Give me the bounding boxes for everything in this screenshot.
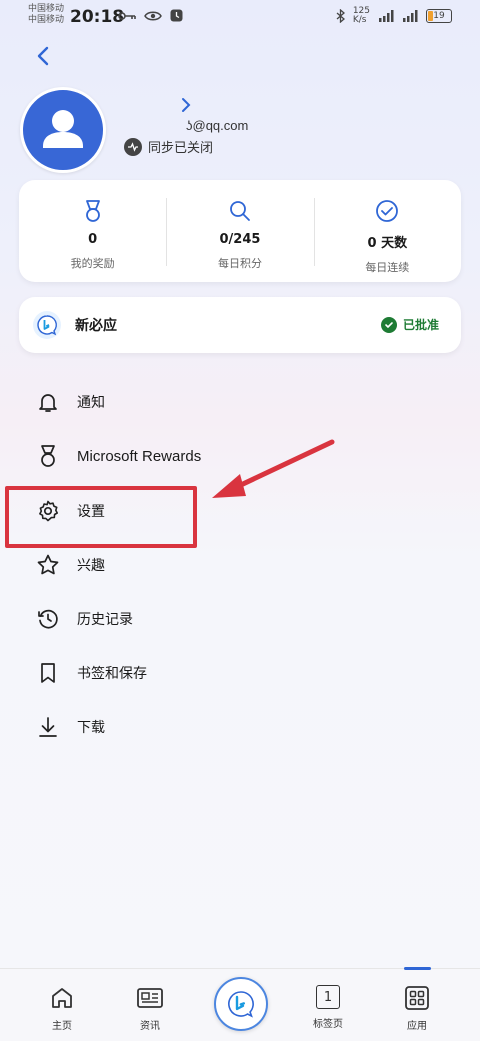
sync-status[interactable]: 同步已关闭 (124, 137, 213, 156)
signal-icon-1 (379, 10, 394, 22)
home-icon (52, 988, 72, 1008)
stat-rewards-label: 我的奖励 (70, 257, 115, 270)
stat-streak-value: 0 天数 (367, 236, 408, 251)
carrier-1: 中国移动 (28, 4, 65, 14)
menu-label-rewards: Microsoft Rewards (77, 447, 202, 465)
nav-tabs[interactable]: 1 标签页 (298, 985, 358, 1030)
nav-news[interactable]: 资讯 (120, 985, 180, 1032)
person-icon (43, 110, 83, 148)
menu-label-downloads: 下载 (77, 720, 105, 736)
status-bar: 中国移动 中国移动 20:18 125 K/s 19 (0, 0, 480, 34)
star-icon (36, 553, 60, 577)
nav-bing[interactable] (214, 977, 268, 1031)
menu-item-interests[interactable]: 兴趣 (36, 545, 336, 585)
rewards-stats-card: 0 我的奖励 0/245 每日积分 0 天数 每日连续 (19, 180, 461, 282)
bing-chat-icon (33, 311, 61, 339)
bell-icon (36, 390, 60, 414)
app-name: 新必应 (75, 318, 117, 334)
stat-daily-points[interactable]: 0/245 每日积分 (166, 180, 313, 282)
nav-home[interactable]: 主页 (32, 985, 92, 1032)
carrier-2: 中国移动 (28, 15, 65, 25)
signal-icon-2 (403, 10, 418, 22)
bookmark-icon (36, 661, 60, 685)
menu-item-bookmarks[interactable]: 书签和保存 (36, 653, 336, 693)
status-right: 125 K/s 19 (336, 7, 452, 25)
approved-check-icon (380, 316, 397, 333)
approved-status: 已批准 (380, 316, 439, 333)
apps-grid-icon (405, 986, 429, 1010)
active-tab-indicator (404, 967, 431, 970)
bottom-navigation: 主页 资讯 1 标签页 应用 (0, 967, 480, 1041)
stat-streak-label: 每日连续 (365, 261, 410, 274)
search-icon (230, 201, 250, 221)
stat-rewards-value: 0 (88, 232, 98, 247)
net-speed: 125 K/s (352, 6, 370, 25)
menu-item-history[interactable]: 历史记录 (36, 599, 336, 639)
stat-daily-points-label: 每日积分 (217, 257, 262, 270)
nav-apps[interactable]: 应用 (387, 985, 447, 1032)
menu-label-interests: 兴趣 (77, 558, 105, 574)
menu-label-history: 历史记录 (77, 612, 133, 628)
bluetooth-icon (336, 9, 345, 23)
medal-icon (85, 200, 100, 222)
profile-chevron-icon[interactable] (178, 97, 194, 113)
menu-item-downloads[interactable]: 下载 (36, 707, 336, 747)
clock-status-icon (170, 9, 183, 22)
nav-apps-label: 应用 (407, 1021, 427, 1032)
annotation-arrow-icon (212, 439, 335, 498)
menu-item-notifications[interactable]: 通知 (36, 382, 336, 422)
menu-label-bookmarks: 书签和保存 (77, 666, 147, 682)
avatar[interactable] (20, 87, 106, 173)
news-icon (137, 988, 163, 1008)
back-chevron-icon[interactable] (32, 44, 56, 68)
sync-off-icon (124, 137, 142, 156)
check-circle-icon (376, 200, 399, 222)
status-time: 20:18 (70, 7, 125, 27)
tab-count-icon: 1 (316, 985, 340, 1009)
eye-icon (144, 11, 162, 20)
approved-label: 已批准 (402, 318, 439, 332)
sync-status-label: 同步已关闭 (148, 141, 214, 156)
bing-logo-icon (228, 991, 254, 1018)
status-icons (118, 9, 183, 22)
battery-icon: 19 (426, 9, 452, 23)
annotation-highlight-box (5, 486, 197, 548)
download-icon (36, 715, 60, 739)
stat-daily-points-value: 0/245 (219, 232, 261, 247)
medal-icon (36, 444, 60, 468)
nav-tabs-label: 标签页 (313, 1019, 343, 1030)
profile-email: ʖ@qq.com (186, 118, 249, 133)
stat-streak[interactable]: 0 天数 每日连续 (313, 180, 461, 282)
nav-news-label: 资讯 (140, 1021, 160, 1032)
history-icon (36, 607, 60, 631)
nav-home-label: 主页 (52, 1021, 72, 1032)
carrier-labels: 中国移动 中国移动 (28, 4, 64, 26)
stat-rewards[interactable]: 0 我的奖励 (19, 180, 166, 282)
key-icon (118, 11, 136, 20)
menu-label-notifications: 通知 (77, 395, 105, 411)
new-bing-card[interactable]: 新必应 已批准 (19, 297, 461, 353)
